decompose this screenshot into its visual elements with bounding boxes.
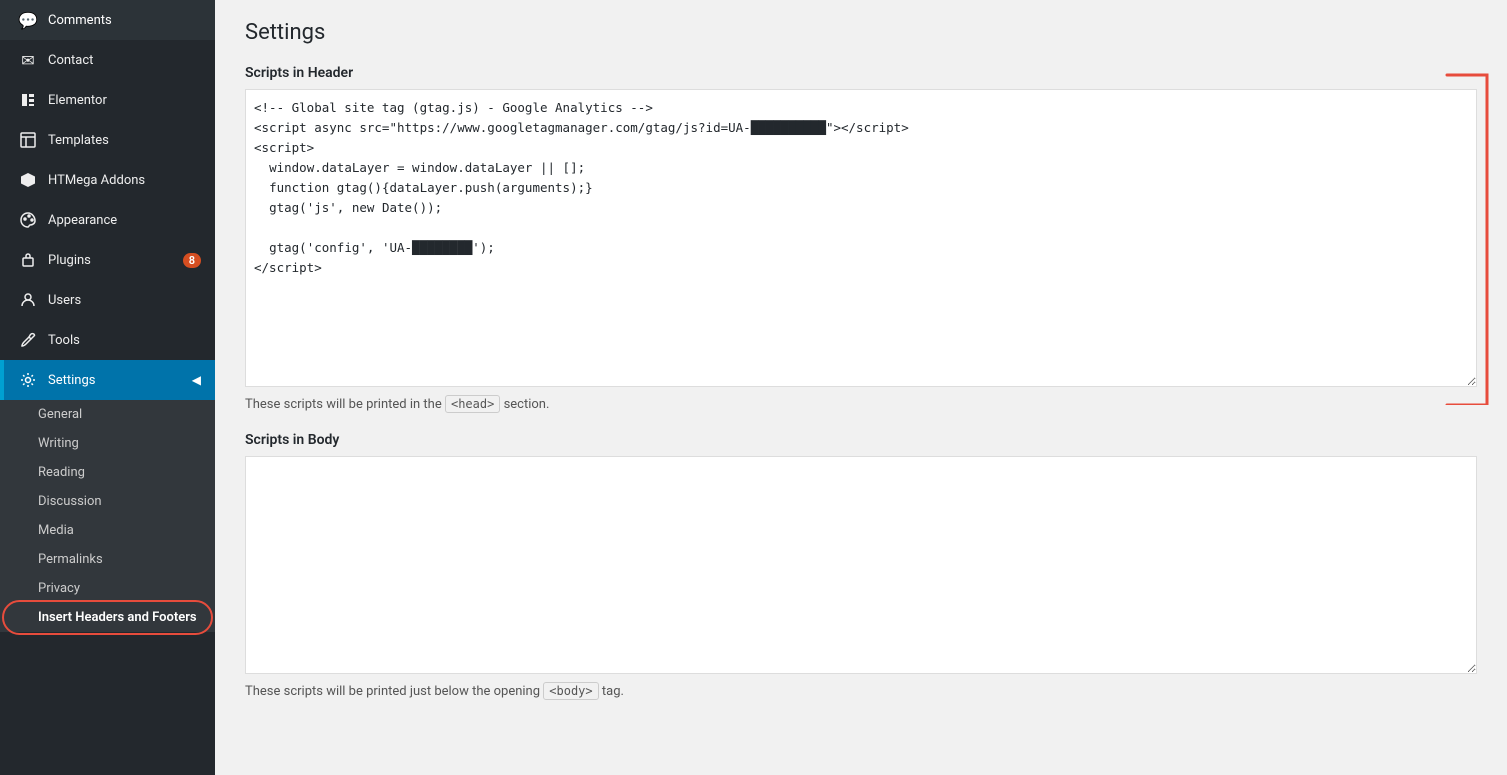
sidebar-item-label: Elementor (48, 93, 201, 108)
scripts-body-section: Scripts in Body (245, 432, 1477, 678)
comments-icon: 💬 (18, 10, 38, 30)
sidebar-item-label: Comments (48, 13, 201, 28)
sidebar-item-tools[interactable]: Tools (0, 320, 215, 360)
plugins-icon (18, 250, 38, 270)
scripts-body-helper: These scripts will be printed just below… (245, 684, 1477, 699)
settings-arrow: ◀ (192, 373, 201, 387)
scripts-body-label: Scripts in Body (245, 432, 1477, 448)
body-tag: <body> (543, 682, 598, 700)
plugins-badge: 8 (183, 253, 201, 268)
sidebar-item-htmega[interactable]: HTMega Addons (0, 160, 215, 200)
sidebar-item-label: Plugins (48, 253, 173, 268)
appearance-icon (18, 210, 38, 230)
settings-icon (18, 370, 38, 390)
sidebar-item-contact[interactable]: ✉ Contact (0, 40, 215, 80)
users-icon (18, 290, 38, 310)
templates-icon (18, 130, 38, 150)
submenu-permalinks[interactable]: Permalinks (0, 545, 215, 574)
head-tag: <head> (445, 395, 500, 413)
sidebar-item-elementor[interactable]: Elementor (0, 80, 215, 120)
settings-submenu: General Writing Reading Discussion Media… (0, 400, 215, 632)
page-title: Settings (245, 20, 1477, 45)
scripts-header-helper: These scripts will be printed in the <he… (245, 397, 1477, 412)
contact-icon: ✉ (18, 50, 38, 70)
scripts-header-textarea[interactable]: <!-- Global site tag (gtag.js) - Google … (245, 89, 1477, 387)
submenu-reading[interactable]: Reading (0, 458, 215, 487)
sidebar-item-label: Tools (48, 333, 201, 348)
sidebar: 💬 Comments ✉ Contact Elementor Templates… (0, 0, 215, 775)
sidebar-item-users[interactable]: Users (0, 280, 215, 320)
submenu-writing[interactable]: Writing (0, 429, 215, 458)
submenu-privacy[interactable]: Privacy (0, 574, 215, 603)
elementor-icon (18, 90, 38, 110)
sidebar-item-templates[interactable]: Templates (0, 120, 215, 160)
sidebar-item-label: HTMega Addons (48, 173, 201, 188)
sidebar-item-comments[interactable]: 💬 Comments (0, 0, 215, 40)
scripts-header-section: Scripts in Header <!-- Global site tag (… (245, 65, 1477, 391)
submenu-insert-headers[interactable]: Insert Headers and Footers (0, 603, 215, 632)
sidebar-item-plugins[interactable]: Plugins 8 (0, 240, 215, 280)
submenu-general[interactable]: General (0, 400, 215, 429)
scripts-body-textarea[interactable] (245, 456, 1477, 674)
sidebar-item-settings[interactable]: Settings ◀ (0, 360, 215, 400)
sidebar-item-label: Contact (48, 53, 201, 68)
tools-icon (18, 330, 38, 350)
htmega-icon (18, 170, 38, 190)
scripts-header-label: Scripts in Header (245, 65, 1477, 81)
submenu-media[interactable]: Media (0, 516, 215, 545)
sidebar-item-label: Settings (48, 373, 182, 388)
submenu-discussion[interactable]: Discussion (0, 487, 215, 516)
sidebar-item-appearance[interactable]: Appearance (0, 200, 215, 240)
sidebar-item-label: Appearance (48, 213, 201, 228)
sidebar-item-label: Users (48, 293, 201, 308)
sidebar-item-label: Templates (48, 133, 201, 148)
main-content: Settings Scripts in Header <!-- Global s… (215, 0, 1507, 775)
